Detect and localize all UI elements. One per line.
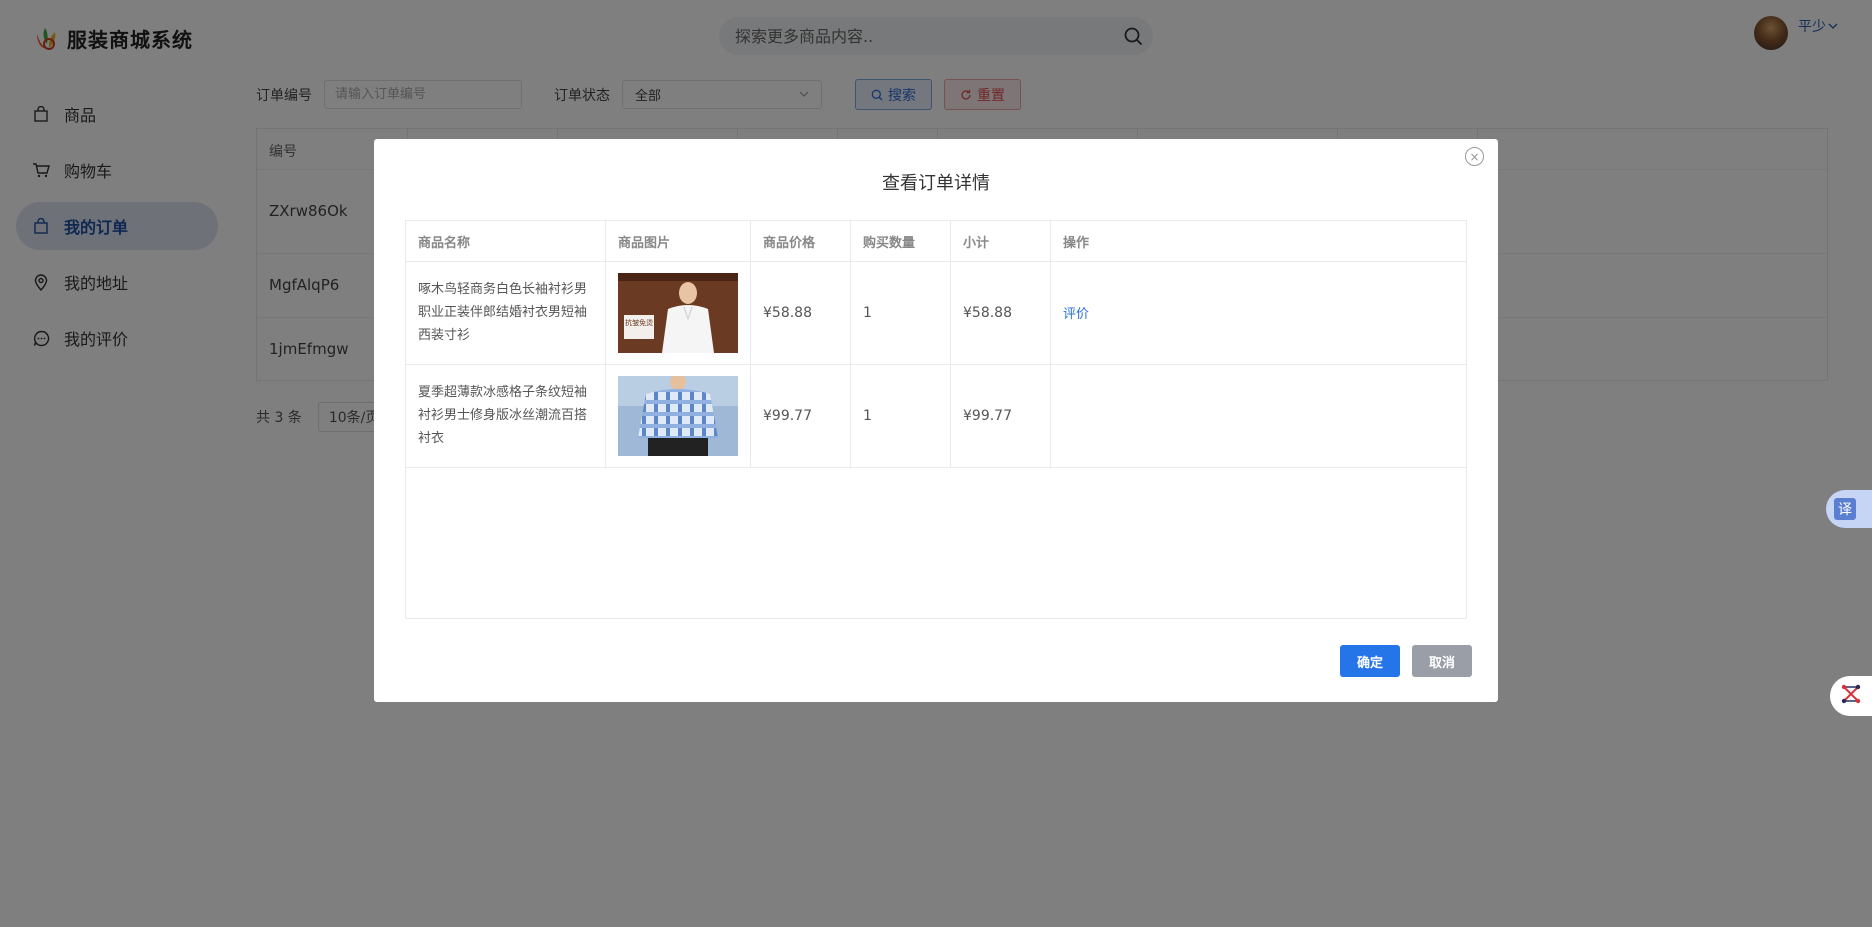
cancel-button[interactable]: 取消 xyxy=(1412,645,1472,677)
table-header-row: 商品名称 商品图片 商品价格 购买数量 小计 操作 xyxy=(406,221,1466,262)
review-link[interactable]: 评价 xyxy=(1063,303,1089,322)
modal-title: 查看订单详情 xyxy=(882,173,990,194)
action-cell: 评价 xyxy=(1051,261,1466,364)
quantity: 1 xyxy=(851,364,951,467)
network-icon xyxy=(1840,683,1862,709)
floating-app-button[interactable] xyxy=(1830,676,1872,716)
column-header-image: 商品图片 xyxy=(606,221,751,261)
app-root: 服装商城系统 平少 商品 购物车 我的订单 我的地址 xyxy=(0,0,1872,927)
price: ¥99.77 xyxy=(751,364,851,467)
action-cell xyxy=(1051,364,1466,467)
order-items-table: 商品名称 商品图片 商品价格 购买数量 小计 操作 啄木鸟轻商务白色长袖衬衫男职… xyxy=(405,220,1467,619)
order-detail-modal: × 查看订单详情 商品名称 商品图片 商品价格 购买数量 小计 操作 啄木鸟轻商… xyxy=(374,139,1498,702)
product-name: 啄木鸟轻商务白色长袖衬衫男职业正装伴郎结婚衬衣男短袖西装寸衫 xyxy=(418,282,588,343)
price: ¥58.88 xyxy=(751,261,851,364)
product-image-cell xyxy=(606,364,751,467)
product-name: 夏季超薄款冰感格子条纹短袖衬衫男士修身版冰丝潮流百搭衬衣 xyxy=(418,385,588,446)
translate-button[interactable]: 译 xyxy=(1826,490,1872,528)
product-image-caption: 抗皱免烫 xyxy=(625,318,653,327)
product-image xyxy=(618,375,738,456)
product-image: 抗皱免烫 xyxy=(618,272,738,353)
column-header-name: 商品名称 xyxy=(406,221,606,261)
close-icon[interactable]: × xyxy=(1465,147,1484,166)
product-name-cell: 啄木鸟轻商务白色长袖衬衫男职业正装伴郎结婚衬衣男短袖西装寸衫 xyxy=(406,261,606,364)
column-header-action: 操作 xyxy=(1063,235,1090,251)
confirm-button[interactable]: 确定 xyxy=(1340,645,1400,677)
column-header-qty: 购买数量 xyxy=(851,221,951,261)
subtotal: ¥99.77 xyxy=(951,364,1051,467)
column-header-price: 商品价格 xyxy=(751,221,851,261)
quantity: 1 xyxy=(851,261,951,364)
product-name-cell: 夏季超薄款冰感格子条纹短袖衬衫男士修身版冰丝潮流百搭衬衣 xyxy=(406,364,606,467)
product-image-cell: 抗皱免烫 xyxy=(606,261,751,364)
table-row: 夏季超薄款冰感格子条纹短袖衬衫男士修身版冰丝潮流百搭衬衣 ¥99.77 1 ¥9… xyxy=(406,364,1466,468)
translate-icon: 译 xyxy=(1834,498,1856,520)
table-row: 啄木鸟轻商务白色长袖衬衫男职业正装伴郎结婚衬衣男短袖西装寸衫 抗皱免烫 ¥58.… xyxy=(406,261,1466,365)
subtotal: ¥58.88 xyxy=(951,261,1051,364)
column-header-subtotal: 小计 xyxy=(951,221,1051,261)
